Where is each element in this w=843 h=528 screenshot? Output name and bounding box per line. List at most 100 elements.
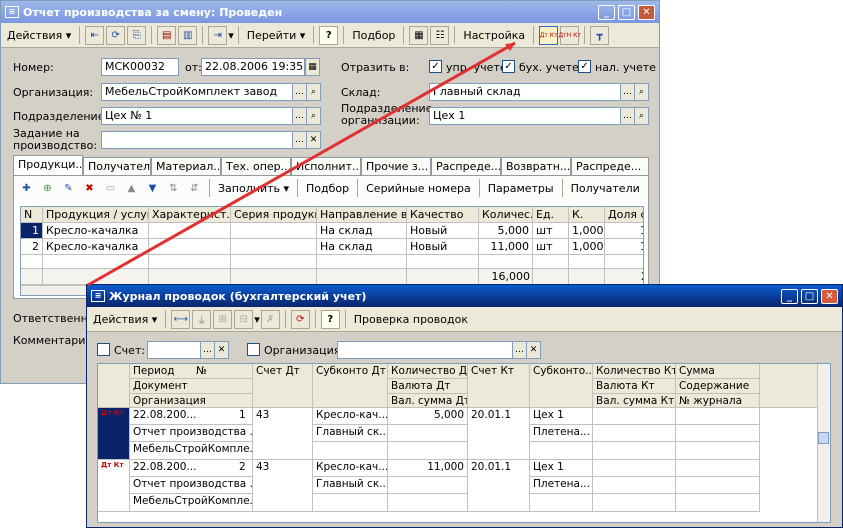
header-journal-no[interactable]: № журнала bbox=[676, 394, 760, 408]
entry-sub-kt-1[interactable]: Цех 1 bbox=[530, 460, 593, 477]
dtn-kt-icon[interactable]: ДтН Кт bbox=[558, 25, 581, 45]
tab-2[interactable]: Получатели bbox=[83, 157, 151, 175]
table-cell[interactable]: 1,000 bbox=[569, 223, 605, 239]
tab-9[interactable]: Распреде... bbox=[571, 157, 649, 175]
dept-org-select-icon[interactable]: … bbox=[620, 107, 635, 125]
journal-actions-menu[interactable]: Действия ▾ bbox=[89, 312, 161, 327]
warehouse-field[interactable]: Главный склад bbox=[429, 83, 621, 101]
clear-filter-icon[interactable]: ✗ bbox=[260, 309, 280, 329]
entry-sub-dt-2[interactable]: Главный ск... bbox=[313, 425, 388, 442]
document-title-bar[interactable]: ≡ Отчет производства за смену: Проведен … bbox=[1, 1, 659, 23]
warehouse-open-icon[interactable]: ⌕ bbox=[634, 83, 649, 101]
entry-cur-sum-kt[interactable] bbox=[593, 442, 676, 460]
copy-icon[interactable]: ⎘ bbox=[127, 25, 147, 45]
row-number[interactable]: 1 bbox=[21, 223, 43, 239]
structure-tree-icon[interactable]: ┳ bbox=[590, 25, 610, 45]
entry-document[interactable]: Отчет производства ... bbox=[130, 425, 253, 442]
header-acc-dt[interactable]: Счет Дт bbox=[253, 364, 313, 408]
table-cell[interactable] bbox=[231, 223, 317, 239]
column-header[interactable]: Характерист... bbox=[149, 207, 231, 223]
entry-document[interactable]: Отчет производства ... bbox=[130, 477, 253, 494]
entry-journal-no[interactable] bbox=[676, 494, 760, 512]
entry-type-icon[interactable]: Дт Кт bbox=[98, 460, 130, 512]
delete-row-icon[interactable]: ✖ bbox=[80, 179, 99, 198]
tax-accounting-checkbox[interactable]: ✓ bbox=[578, 60, 591, 73]
column-header[interactable]: Доля с bbox=[605, 207, 643, 223]
tab-1[interactable]: Продукци... bbox=[13, 155, 83, 175]
entry-period[interactable]: 22.08.200... bbox=[130, 460, 253, 477]
column-header[interactable]: К. bbox=[569, 207, 605, 223]
organization-field[interactable]: МебельСтройКомплект завод bbox=[101, 83, 293, 101]
table-cell[interactable] bbox=[149, 223, 231, 239]
post-icon[interactable]: ▤ bbox=[157, 25, 177, 45]
entry-sub-kt-2[interactable]: Плетена... bbox=[530, 477, 593, 494]
close-icon[interactable]: ✕ bbox=[821, 288, 838, 304]
edit-row-icon[interactable]: ✎ bbox=[59, 179, 78, 198]
dept-org-field[interactable]: Цех 1 bbox=[429, 107, 621, 125]
entry-type-icon[interactable]: Дт Кт bbox=[98, 408, 130, 460]
entry-sum[interactable] bbox=[676, 408, 760, 425]
header-cur-kt[interactable]: Валюта Кт bbox=[593, 379, 676, 394]
account-filter-checkbox[interactable] bbox=[97, 343, 110, 356]
parameters-button[interactable]: Параметры bbox=[484, 181, 558, 196]
tab-4[interactable]: Тех. опер... bbox=[221, 157, 291, 175]
sort-asc-icon[interactable]: ⇅ bbox=[164, 179, 183, 198]
tab-5[interactable]: Исполнит... bbox=[291, 157, 361, 175]
journal-title-bar[interactable]: ≡ Журнал проводок (бухгалтерский учет) _… bbox=[87, 285, 842, 307]
filter-history-icon[interactable]: ⊟ bbox=[234, 309, 254, 329]
entry-journal-no[interactable] bbox=[676, 442, 760, 460]
end-edit-icon[interactable]: ▭ bbox=[101, 179, 120, 198]
header-qty-dt[interactable]: Количество Дт bbox=[388, 364, 468, 379]
table-cell[interactable]: 1,000 bbox=[569, 239, 605, 255]
entry-number[interactable]: 1 bbox=[239, 409, 246, 421]
table-cell[interactable]: Новый bbox=[407, 223, 479, 239]
entry-period[interactable]: 22.08.200... bbox=[130, 408, 253, 425]
entry-sum[interactable] bbox=[676, 460, 760, 477]
table-cell[interactable]: 5,000 bbox=[479, 223, 533, 239]
header-cur-sum-kt[interactable]: Вал. сумма Кт bbox=[593, 394, 676, 408]
calendar-icon[interactable]: ▦ bbox=[305, 58, 320, 76]
table-cell[interactable]: На склад bbox=[317, 239, 407, 255]
header-qty-kt[interactable]: Количество Кт bbox=[593, 364, 676, 379]
entry-acc-kt[interactable]: 20.01.1 bbox=[468, 460, 530, 512]
date-field[interactable]: 22.08.2006 19:35:45 bbox=[201, 58, 305, 76]
org-filter-clear-icon[interactable]: ✕ bbox=[526, 341, 541, 359]
filter-icon[interactable]: ⏚ bbox=[192, 309, 212, 329]
table-cell[interactable]: На склад bbox=[317, 223, 407, 239]
department-open-icon[interactable]: ⌕ bbox=[306, 107, 321, 125]
settings-button[interactable]: Настройка bbox=[459, 28, 529, 43]
table-cell[interactable]: 1 bbox=[605, 223, 643, 239]
entry-sub-dt-3[interactable] bbox=[313, 442, 388, 460]
dt-kt-icon[interactable]: Дт Кт bbox=[539, 25, 559, 45]
entry-sub-kt-3[interactable] bbox=[530, 442, 593, 460]
entry-acc-dt[interactable]: 43 bbox=[253, 408, 313, 460]
column-header[interactable]: N bbox=[21, 207, 43, 223]
close-icon[interactable]: ✕ bbox=[638, 4, 655, 20]
add-row-icon[interactable]: ✚ bbox=[17, 179, 36, 198]
entry-number[interactable]: 2 bbox=[239, 461, 246, 473]
fill-menu[interactable]: Заполнить ▾ bbox=[214, 181, 293, 196]
entry-cur-kt[interactable] bbox=[593, 477, 676, 494]
table-cell[interactable]: шт bbox=[533, 239, 569, 255]
org-filter-field[interactable] bbox=[337, 341, 513, 359]
entry-sub-kt-2[interactable]: Плетена... bbox=[530, 425, 593, 442]
entry-sub-dt-3[interactable] bbox=[313, 494, 388, 512]
table-cell[interactable]: Кресло-качалка bbox=[43, 223, 149, 239]
header-sub-dt[interactable]: Субконто Дт bbox=[313, 364, 388, 408]
maximize-icon[interactable]: □ bbox=[618, 4, 635, 20]
table-cell[interactable] bbox=[149, 239, 231, 255]
task-field[interactable] bbox=[101, 131, 293, 149]
header-acc-kt[interactable]: Счет Кт bbox=[468, 364, 530, 408]
table-cell[interactable]: Новый bbox=[407, 239, 479, 255]
scrollbar-thumb[interactable] bbox=[818, 432, 829, 444]
entry-qty-dt[interactable]: 5,000 bbox=[388, 408, 468, 425]
entry-sub-dt-1[interactable]: Кресло-кач... bbox=[313, 460, 388, 477]
org-filter-checkbox[interactable] bbox=[247, 343, 260, 356]
table-cell[interactable]: 1 bbox=[605, 239, 643, 255]
table-cell[interactable] bbox=[231, 239, 317, 255]
row-number[interactable]: 2 bbox=[21, 239, 43, 255]
department-field[interactable]: Цех № 1 bbox=[101, 107, 293, 125]
entry-sub-dt-2[interactable]: Главный ск... bbox=[313, 477, 388, 494]
task-select-icon[interactable]: … bbox=[292, 131, 307, 149]
header-sub-kt[interactable]: Субконто... bbox=[530, 364, 593, 408]
